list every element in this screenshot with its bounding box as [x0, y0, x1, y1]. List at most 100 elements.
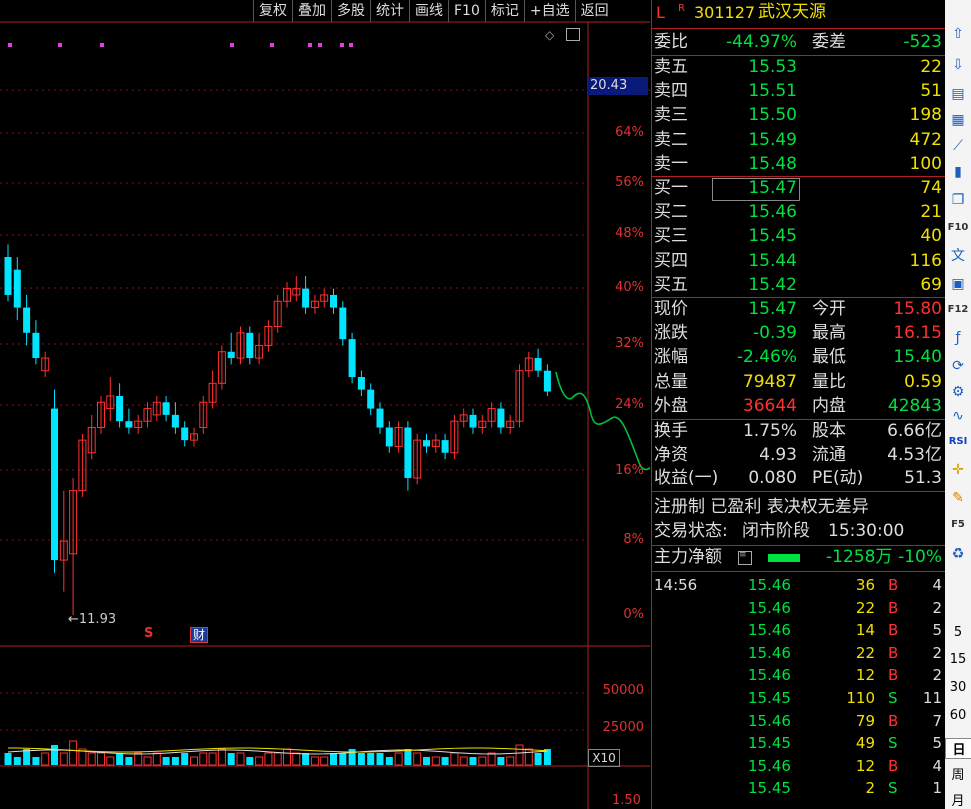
wave-icon[interactable]: ∿ — [947, 406, 969, 426]
tick-count: 4 — [932, 576, 942, 594]
period-4[interactable]: 日 — [945, 738, 971, 759]
book-volume: 198 — [909, 105, 942, 126]
restore-window-icon[interactable] — [566, 28, 580, 41]
tick-row[interactable]: 15.46 12 B 4 — [652, 755, 945, 778]
candle-body — [32, 332, 40, 359]
toolbar-btn-7[interactable]: +自选 — [523, 0, 575, 22]
volume-bar — [487, 752, 496, 766]
crosshair-icon[interactable]: ✛ — [947, 460, 969, 480]
volume-bar — [51, 745, 58, 765]
tick-row[interactable]: 15.46 22 B 2 — [652, 642, 945, 665]
period-1[interactable]: 15 — [945, 652, 971, 667]
volume-bar — [283, 748, 291, 766]
period-6[interactable]: 月 — [945, 790, 971, 809]
bids-row[interactable]: 买四 15.44 116 — [652, 250, 945, 273]
asks-row[interactable]: 卖三 15.50 198 — [652, 104, 945, 127]
candle-body — [367, 389, 375, 409]
finance-marker[interactable]: 财 — [190, 627, 209, 643]
weicha-value: -523 — [903, 32, 942, 52]
toolbar-btn-0[interactable]: 复权 — [253, 0, 292, 22]
volume-bar — [162, 757, 170, 765]
stock-list-icon[interactable]: ▤ — [947, 84, 969, 104]
asks-row[interactable]: 卖四 15.51 51 — [652, 80, 945, 103]
asks-row[interactable]: 卖五 15.53 22 — [652, 56, 945, 79]
bids-row[interactable]: 买一 15.47 74 — [652, 177, 945, 200]
event-dot — [230, 43, 234, 47]
f12-icon[interactable]: F12 — [947, 300, 969, 320]
diamond-icon[interactable]: ◇ — [545, 28, 554, 42]
recycle-icon[interactable]: ♻ — [947, 544, 969, 564]
asks-row[interactable]: 卖二 15.49 472 — [652, 129, 945, 152]
toolbar-btn-4[interactable]: 画线 — [409, 0, 448, 22]
percent-label: 24% — [615, 397, 644, 412]
rsi-icon[interactable]: RSI — [947, 432, 969, 452]
s-marker[interactable]: S — [144, 626, 153, 641]
period-0[interactable]: 5 — [945, 625, 971, 640]
volume-bar — [310, 756, 319, 766]
bids-row[interactable]: 买三 15.45 40 — [652, 225, 945, 248]
list-icon[interactable]: ≡ — [738, 551, 752, 565]
layers-icon[interactable]: ❐ — [947, 190, 969, 210]
pencil-icon[interactable]: ✎ — [947, 488, 969, 508]
f10-icon[interactable]: F10 — [947, 218, 969, 238]
stock-title: L R 301127 武汉天源 — [652, 1, 945, 24]
settings-icon[interactable]: ⚙ — [947, 382, 969, 402]
table-icon[interactable]: ▦ — [947, 110, 969, 130]
tick-row[interactable]: 15.45 110 S 11 — [652, 687, 945, 710]
refresh-icon[interactable]: ⟳ — [947, 356, 969, 376]
bids-row[interactable]: 买二 15.46 21 — [652, 201, 945, 224]
volume-bar — [367, 753, 375, 765]
tick-row[interactable]: 15.46 22 B 2 — [652, 597, 945, 620]
volume-bar — [69, 740, 78, 766]
tick-row[interactable]: 15.46 12 B 2 — [652, 664, 945, 687]
toolbar-btn-1[interactable]: 叠加 — [292, 0, 331, 22]
candle-body — [534, 358, 542, 371]
bids-row[interactable]: 买五 15.42 69 — [652, 274, 945, 297]
volume-scale-x10[interactable]: X10 — [588, 749, 620, 767]
calendar-icon[interactable]: ▣ — [947, 274, 969, 294]
candle-icon[interactable]: ▮ — [947, 162, 969, 182]
weibi-label: 委比 — [654, 32, 688, 52]
percent-label: 56% — [615, 175, 644, 190]
tick-row[interactable]: 15.46 79 B 7 — [652, 710, 945, 733]
tick-row[interactable]: 14:56 15.46 36 B 4 — [652, 574, 945, 597]
book-volume: 472 — [909, 129, 942, 150]
kline-chart[interactable]: 复权 叠加 多股 统计 画线 F10 标记 +自选 返回 ◇ 64% 56% 48% 40% 32% 24… — [0, 0, 650, 809]
toolbar-btn-2[interactable]: 多股 — [331, 0, 370, 22]
kline-svg[interactable] — [0, 0, 650, 809]
tick-row[interactable]: 15.45 2 S 1 — [652, 777, 945, 800]
candle-body — [330, 294, 337, 308]
asks-row[interactable]: 卖一 15.48 100 — [652, 153, 945, 176]
text-icon[interactable]: 文 — [947, 246, 969, 266]
tick-count: 4 — [932, 756, 942, 775]
event-dot — [349, 43, 353, 47]
toolbar-btn-6[interactable]: 标记 — [484, 0, 524, 22]
volume-bar — [534, 753, 542, 765]
tick-row[interactable]: 15.46 14 B 5 — [652, 619, 945, 642]
tick-price: 15.46 — [748, 666, 791, 685]
up-arrow-icon[interactable]: ⇧ — [947, 24, 969, 44]
percent-label: 64% — [615, 125, 644, 140]
volume-bar — [190, 756, 198, 766]
volume-bar — [13, 757, 21, 765]
volume-bar — [497, 757, 505, 765]
volume-bar — [152, 752, 161, 766]
volume-bar — [339, 753, 347, 765]
f10-label: F10 — [947, 222, 969, 233]
line-chart-icon[interactable]: ⟋ — [947, 136, 969, 156]
down-arrow-icon[interactable]: ⇩ — [947, 55, 969, 75]
period-5[interactable]: 周 — [945, 764, 971, 783]
f5-icon[interactable]: F5 — [947, 515, 969, 535]
tick-row[interactable]: 15.45 49 S 5 — [652, 732, 945, 755]
book-price: 15.49 — [748, 129, 797, 150]
volume-bar — [273, 752, 282, 766]
period-3[interactable]: 60 — [945, 708, 971, 723]
formula-icon[interactable]: ƒ — [947, 328, 969, 348]
toolbar-btn-5[interactable]: F10 — [448, 0, 485, 22]
candle-body — [13, 269, 21, 308]
tick-price: 15.46 — [748, 643, 791, 662]
volume-bar — [59, 752, 68, 766]
period-2[interactable]: 30 — [945, 680, 971, 695]
stock-tags: 注册制 已盈利 表决权无差异 — [654, 497, 869, 517]
toolbar-btn-3[interactable]: 统计 — [370, 0, 409, 22]
